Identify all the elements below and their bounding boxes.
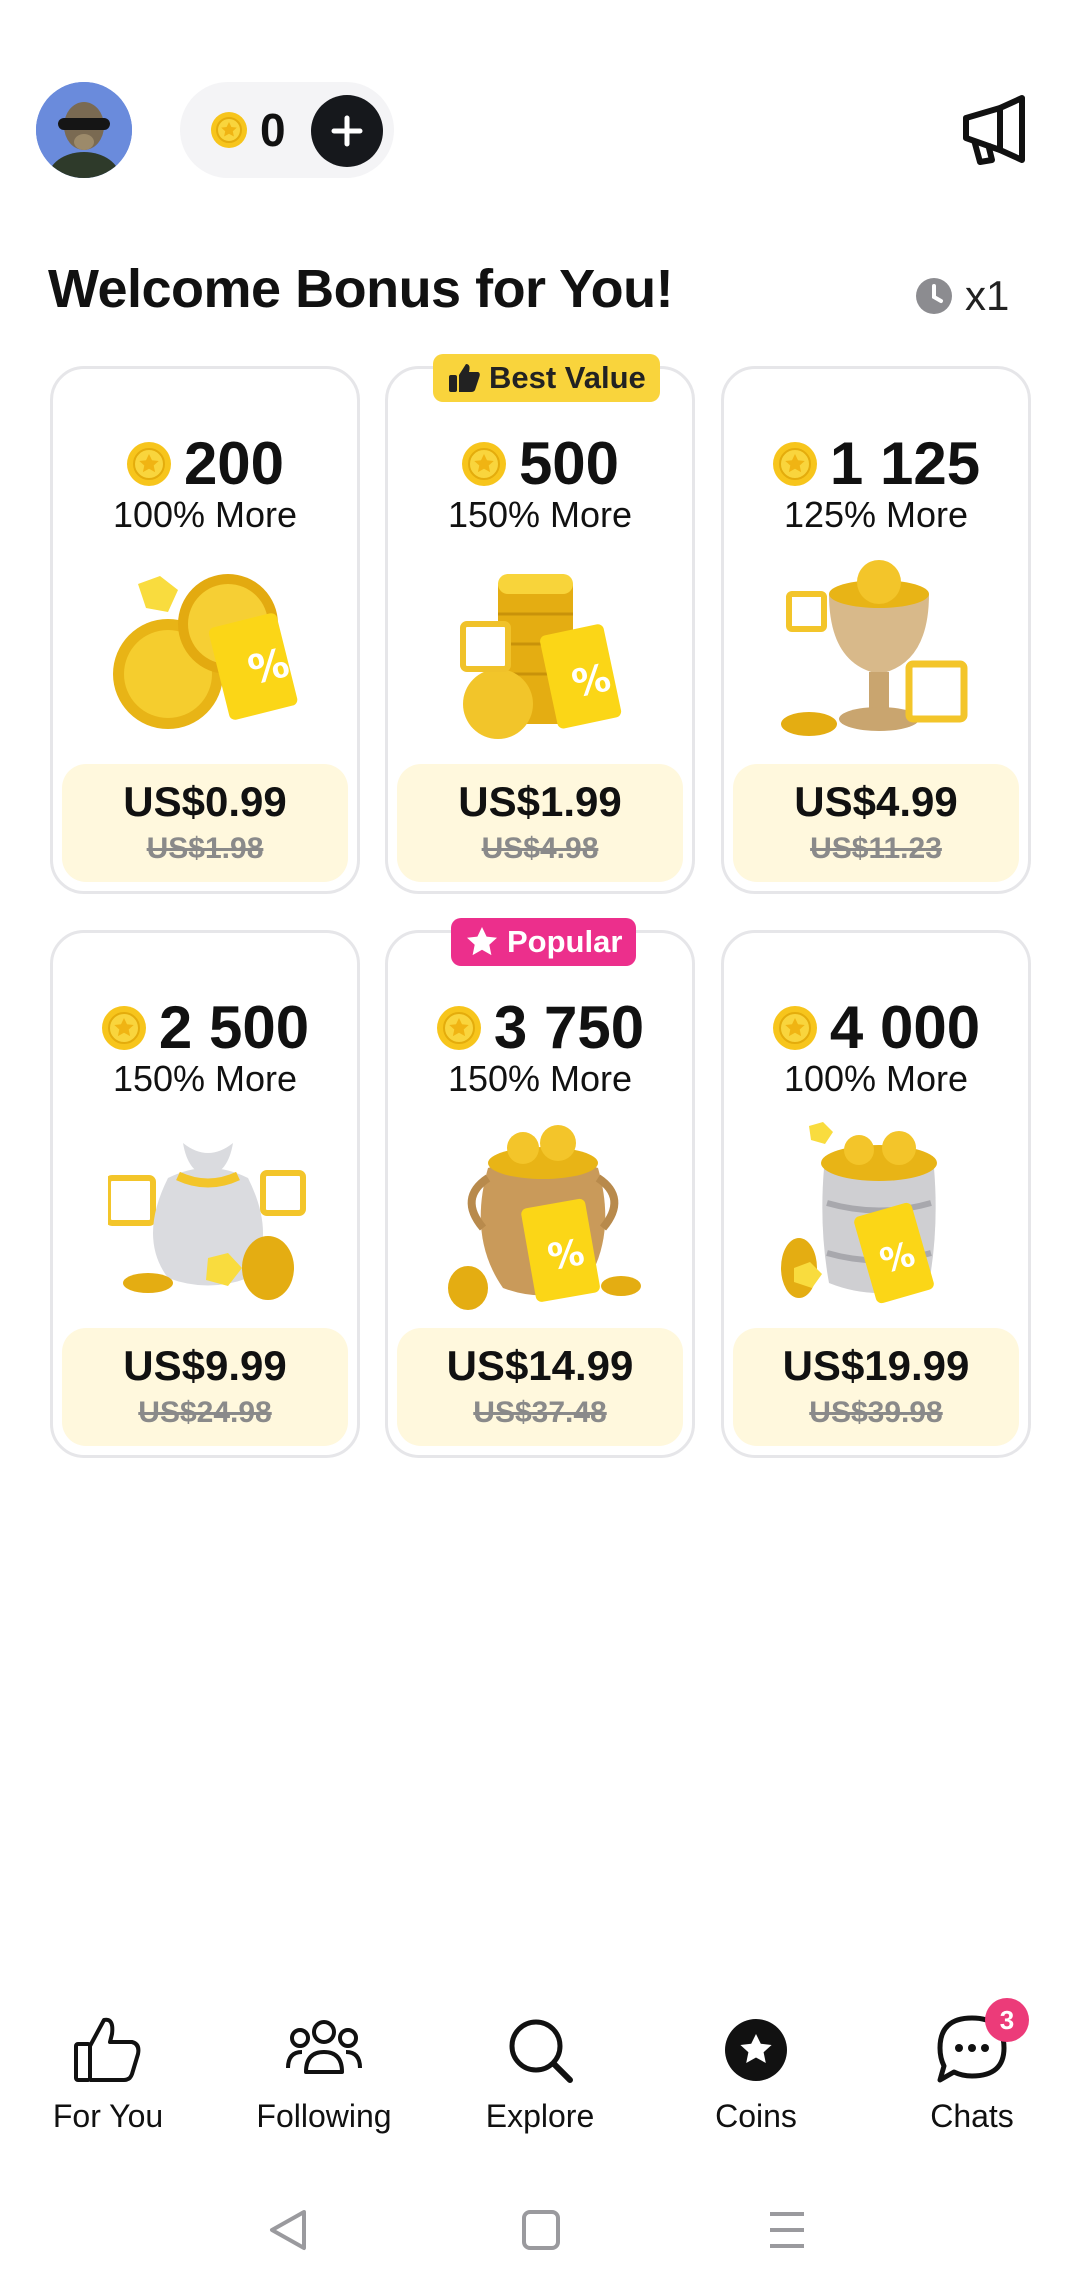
coin-pack-card[interactable]: 1 125 125% More US$4.99 US$11.23: [721, 366, 1031, 894]
bonus-percent: 150% More: [112, 1058, 298, 1099]
original-price: US$1.98: [146, 832, 264, 865]
original-price: US$37.48: [473, 1396, 607, 1429]
original-price: US$24.98: [138, 1396, 272, 1429]
add-coins-button[interactable]: [311, 95, 383, 167]
people-icon: [286, 2020, 362, 2074]
coin-icon: [772, 441, 817, 486]
price-box: US$1.99 US$4.98: [397, 764, 683, 882]
meerkat-avatar-icon: [36, 82, 132, 178]
trophy-cup-coins-icon: [781, 560, 968, 736]
coin-amount: 500: [388, 429, 692, 498]
pack-price: US$9.99: [123, 1342, 287, 1389]
coin-icon: [461, 441, 506, 486]
money-bag-coins-icon: [108, 1143, 306, 1300]
coin-icon: [772, 1005, 817, 1050]
best-value-badge: Best Value: [433, 354, 660, 402]
bonus-multiplier: x1: [965, 272, 1010, 319]
coin-amount: 200: [53, 429, 357, 498]
coin-pack-card[interactable]: 200 100% More % US$0.99 US$1.98: [50, 366, 360, 894]
coin-barrel-ticket-icon: %: [781, 1122, 937, 1304]
coin-amount: 2 500: [53, 993, 357, 1062]
price-box: US$9.99 US$24.98: [62, 1328, 348, 1446]
coin-amount: 3 750: [388, 993, 692, 1062]
thumbs-up-icon: [74, 2017, 141, 2082]
coins-gem-ticket-icon: %: [113, 574, 298, 729]
coin-icon: [101, 1005, 146, 1050]
bonus-percent: 150% More: [447, 1058, 633, 1099]
plus-icon: [331, 115, 363, 147]
home-icon[interactable]: [522, 2210, 560, 2250]
back-icon[interactable]: [270, 2210, 306, 2250]
coin-pot-ticket-icon: %: [448, 1125, 641, 1310]
svg-text:%: %: [545, 1232, 588, 1279]
original-price: US$11.23: [810, 832, 942, 865]
nav-explore[interactable]: Explore: [450, 2010, 630, 2135]
nav-for-you[interactable]: For You: [18, 2010, 198, 2135]
bonus-percent: 100% More: [112, 494, 298, 535]
coin-amount: 1 125: [724, 429, 1028, 498]
welcome-bonus-title: Welcome Bonus for You!: [48, 259, 674, 319]
pack-price: US$1.99: [458, 778, 622, 825]
coin-pack-card[interactable]: 500 150% More % US$1.99 US$4.98: [385, 366, 695, 894]
search-icon: [509, 2019, 573, 2083]
unread-count-badge: 3: [985, 1998, 1029, 2042]
recents-icon[interactable]: [770, 2212, 804, 2248]
coin-store-screen: 0 Welcome Bonus for You! x1 200 100% Mor…: [0, 0, 1080, 2290]
coin-pack-card[interactable]: 2 500 150% More US$9.99 US$24.98: [50, 930, 360, 1458]
coin-amount: 4 000: [724, 993, 1028, 1062]
coin-stack-ticket-icon: %: [460, 574, 622, 739]
bonus-percent: 150% More: [447, 494, 633, 535]
user-avatar[interactable]: [36, 82, 132, 178]
coin-icon: [211, 112, 247, 148]
megaphone-icon: [963, 95, 1025, 165]
coin-balance: 0: [260, 104, 286, 156]
nav-following[interactable]: Following: [234, 2010, 414, 2135]
clock-icon: [916, 278, 952, 314]
coin-pack-card[interactable]: 3 750 150% More % US$14.99 US$37.48: [385, 930, 695, 1458]
pack-price: US$14.99: [446, 1342, 634, 1389]
popular-badge: Popular: [451, 918, 637, 966]
system-navigation-bar: [270, 2210, 804, 2250]
pack-price: US$19.99: [782, 1342, 970, 1389]
price-box: US$19.99 US$39.98: [733, 1328, 1019, 1446]
nav-coins[interactable]: Coins: [666, 2010, 846, 2135]
coin-icon: [436, 1005, 481, 1050]
coin-star-icon: [725, 2019, 787, 2081]
coin-pack-card[interactable]: 4 000 100% More % US$19.99 US$39.98: [721, 930, 1031, 1458]
price-box: US$4.99 US$11.23: [733, 764, 1019, 882]
original-price: US$4.98: [481, 832, 599, 865]
pack-price: US$4.99: [794, 778, 958, 825]
announcements-button[interactable]: [960, 94, 1032, 166]
price-box: US$0.99 US$1.98: [62, 764, 348, 882]
bonus-percent: 100% More: [783, 1058, 969, 1099]
star-icon: [467, 927, 497, 956]
coin-balance-pill[interactable]: 0: [180, 82, 394, 178]
nav-chats[interactable]: Chats 3: [882, 1998, 1062, 2135]
thumbs-up-icon: [449, 364, 480, 392]
price-box: US$14.99 US$37.48: [397, 1328, 683, 1446]
pack-price: US$0.99: [123, 778, 287, 825]
original-price: US$39.98: [809, 1396, 943, 1429]
bonus-timer: x1: [915, 272, 1009, 320]
coin-icon: [126, 441, 171, 486]
bonus-percent: 125% More: [783, 494, 969, 535]
